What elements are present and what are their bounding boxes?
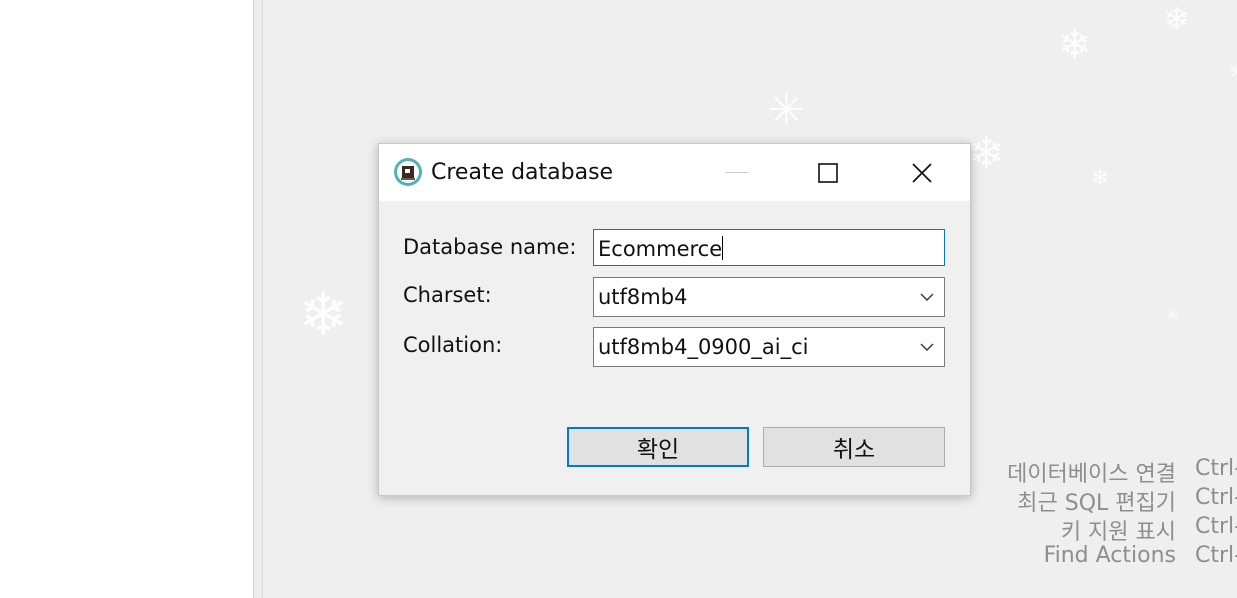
close-button[interactable] [876,144,968,201]
database-name-input[interactable]: Ecommerce [593,229,945,266]
shortcut-row: 최근 SQL 편집기 Ctrl- [930,485,1237,516]
shortcut-label: 키 지원 표시 [1060,520,1176,545]
collation-row: Collation: utf8mb4_0900_ai_ci [403,327,948,367]
shortcut-hints: 데이터베이스 연결 Ctrl- 최근 SQL 편집기 Ctrl- 키 지원 표시… [930,456,1237,572]
charset-row: Charset: utf8mb4 [403,277,948,317]
database-name-label: Database name: [403,235,577,259]
database-name-value: Ecommerce [598,237,723,261]
chevron-down-icon [920,343,934,351]
charset-select[interactable]: utf8mb4 [593,277,945,317]
shortcut-key: Ctrl- [1195,456,1237,481]
dialog-titlebar[interactable]: Create database [379,144,970,201]
ok-button[interactable]: 확인 [567,427,749,467]
charset-value: utf8mb4 [598,285,688,309]
shortcut-label: Find Actions [1043,543,1176,568]
shortcut-key: Ctrl- [1195,514,1237,539]
collation-value: utf8mb4_0900_ai_ci [598,335,809,359]
snowflake-icon: ✳ [1228,60,1237,85]
shortcut-row: Find Actions Ctrl- [930,543,1237,572]
snowflake-icon: ❄ [1163,0,1190,38]
snowflake-icon: ❄ [1058,22,1092,68]
text-caret [722,236,724,260]
navigator-panel [0,0,254,598]
shortcut-row: 데이터베이스 연결 Ctrl- [930,456,1237,487]
minimize-button[interactable] [692,144,784,201]
dialog-title: Create database [431,160,614,185]
snowflake-icon: ✳ [1165,305,1181,326]
chevron-down-icon [920,293,934,301]
shortcut-label: 데이터베이스 연결 [1007,462,1176,487]
shortcut-key: Ctrl- [1195,485,1237,510]
collation-label: Collation: [403,333,503,357]
collation-select[interactable]: utf8mb4_0900_ai_ci [593,327,945,367]
snowflake-icon: ❄ [1091,166,1110,191]
shortcut-label: 최근 SQL 편집기 [1017,491,1176,516]
shortcut-key: Ctrl- [1195,543,1237,568]
panel-splitter[interactable] [254,0,263,598]
database-name-row: Database name: Ecommerce [403,229,948,269]
snowflake-icon: ✳ [768,85,805,136]
maximize-button[interactable] [782,144,874,201]
snowflake-icon: ❄ [298,280,349,350]
cancel-button[interactable]: 취소 [763,427,945,467]
create-database-dialog: Create database Database name: Ecommerce… [378,143,971,496]
close-icon [912,162,932,183]
dbeaver-app-icon [394,158,422,186]
charset-label: Charset: [403,283,492,307]
snowflake-icon: ❄ [968,128,1005,179]
shortcut-row: 키 지원 표시 Ctrl- [930,514,1237,545]
maximize-icon [818,162,838,183]
minimize-icon [726,171,748,173]
